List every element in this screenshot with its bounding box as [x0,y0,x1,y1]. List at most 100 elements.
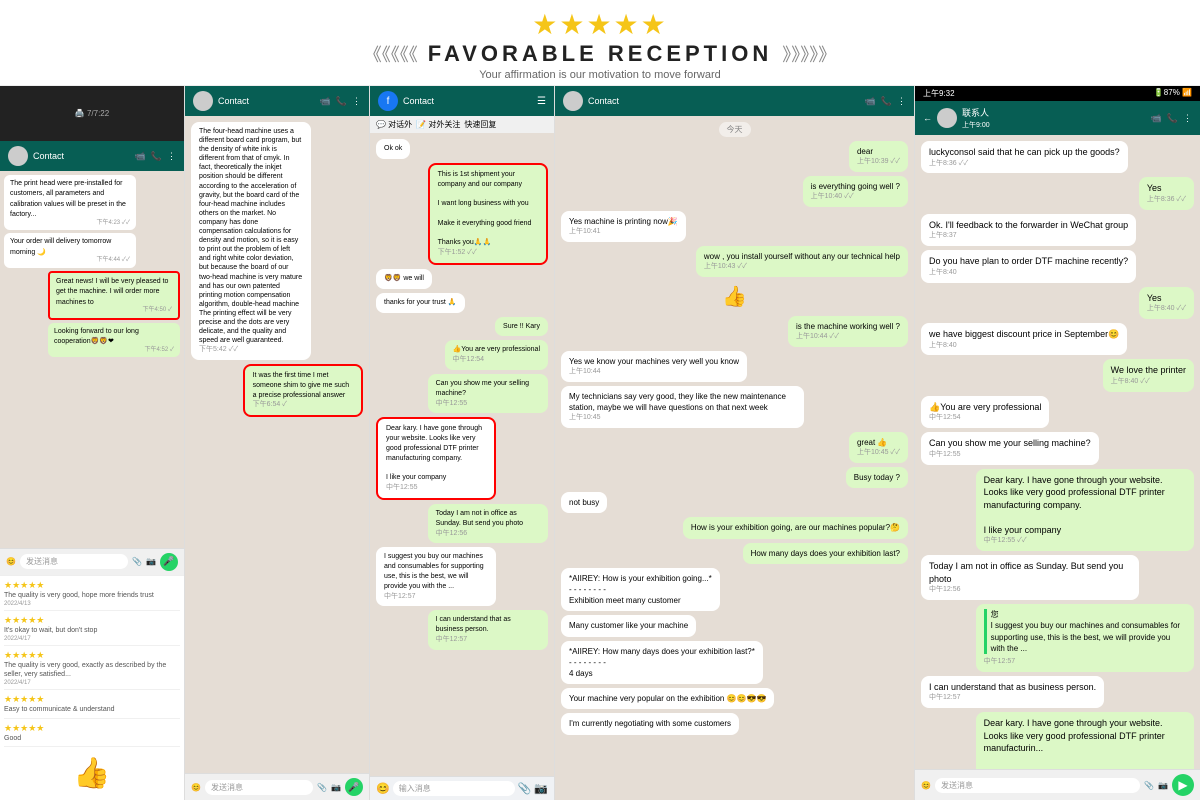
msg-text: *AIIREY: How is your exhibition going...… [569,573,712,607]
msg-bubble: 👍You are very professional 中午12:54 [921,396,1049,428]
back-icon[interactable]: ← [923,113,932,123]
page-title: FAVORABLE RECEPTION [428,41,773,67]
avatar: f [378,91,398,111]
review-text: Easy to communicate & understand [4,706,180,714]
fifth-chat-header: ← 联系人上午9:00 📹 📞 ⋮ [915,101,1200,135]
call-icon[interactable]: 📞 [881,96,892,107]
call-icon[interactable]: 📞 [1167,113,1178,124]
msg-bubble: Yes machine is printing now🎉 上午10:41 [561,211,686,242]
video-icon[interactable]: 📹 [135,151,146,162]
msg-bubble: wow , you install yourself without any o… [696,246,908,277]
send-icon[interactable]: ▶ [1172,774,1194,796]
photo-label: 🖨️ 7/7:22 [75,109,109,118]
contact-name: 联系人上午9:00 [962,106,1146,130]
review-stars: ★★★★★ [4,723,180,734]
msg-bubble: is everything going well ? 上午10:40 ✓✓ [803,176,908,207]
msg-bubble: we have biggest discount price in Septem… [921,323,1127,355]
msg-time: 上午10:45 ✓✓ [857,448,900,458]
msg-time: 上午8:40 ✓✓ [1147,304,1186,314]
msg-text: luckyconsol said that he can pick up the… [929,146,1120,159]
msg-text: Ok. I'll feedback to the forwarder in We… [929,219,1128,232]
video-icon[interactable]: 📹 [865,96,876,107]
review-stars: ★★★★★ [4,650,180,661]
msg-text: Great news! I will be very pleased to ge… [56,278,168,306]
avatar [8,146,28,166]
tab-chat[interactable]: 💬 对话外 [376,119,412,130]
camera-icon[interactable]: 📷 [534,782,548,795]
main-content: 🖨️ 7/7:22 Contact 📹 📞 ⋮ The print head w… [0,86,1200,800]
time: 上午9:32 [923,88,955,99]
emoji-icon[interactable]: 😊 [191,783,201,792]
left-chat-input-bar: 😊 发送消息 📎 📷 🎤 [0,548,184,575]
camera-icon[interactable]: 📷 [1158,781,1168,790]
msg-time: 下午4:52 ✓ [54,347,174,355]
call-icon[interactable]: 📞 [336,96,347,107]
msg-time: 上午10:41 [569,227,678,237]
message-input[interactable]: 发送消息 [205,780,313,795]
review-item: ★★★★★ The quality is very good, exactly … [4,650,180,690]
chat-tabs: 💬 对话外 📝 对外关注 快速回复 [370,116,554,133]
date-divider: 今天 [719,122,751,137]
msg-text: I can understand that as business person… [929,681,1096,694]
review-text: Good [4,735,180,743]
msg-bubble: Dear kary. I have gone through your webs… [976,469,1194,552]
review-item: ★★★★★ The quality is very good, hope mor… [4,580,180,611]
third-chat-messages: Ok ok This is 1st shipment your company … [370,133,554,776]
msg-bubble: thanks for your trust 🙏 [376,293,465,313]
mic-icon[interactable]: 🎤 [160,553,178,571]
msg-bubble: My technicians say very good, they like … [561,386,804,428]
menu-icon[interactable]: ☰ [537,96,546,107]
msg-time: 下午4:23 ✓✓ [10,220,130,228]
msg-time: 上午8:36 ✓✓ [1147,195,1186,205]
video-icon[interactable]: 📹 [1151,113,1162,124]
msg-bubble: Today I am not in office as Sunday. But … [921,555,1139,600]
menu-icon[interactable]: ⋮ [897,96,906,107]
message-input[interactable]: 输入消息 [393,781,515,796]
camera-icon[interactable]: 📷 [146,557,156,566]
message-input[interactable]: 发送消息 [20,554,128,569]
video-icon[interactable]: 📹 [320,96,331,107]
page-subtitle: Your affirmation is our motivation to mo… [0,69,1200,81]
msg-bubble: great 👍 上午10:45 ✓✓ [849,432,908,463]
menu-icon[interactable]: ⋮ [167,151,176,162]
left-chat-header: Contact 📹 📞 ⋮ [0,141,184,171]
attach-icon[interactable]: 📎 [132,557,142,566]
msg-time: 上午8:37 [929,231,1128,241]
left-panel: 🖨️ 7/7:22 Contact 📹 📞 ⋮ The print head w… [0,86,185,800]
msg-time: 中午12:54 [929,413,1041,423]
msg-bubble: Ok. I'll feedback to the forwarder in We… [921,214,1136,246]
fourth-chat-header: Contact 📹 📞 ⋮ [555,86,914,116]
tab-notes[interactable]: 📝 对外关注 [416,119,460,130]
attach-icon[interactable]: 📎 [1144,781,1154,790]
camera-icon[interactable]: 📷 [331,783,341,792]
msg-bubble: I can understand that as business person… [428,610,548,649]
emoji-icon[interactable]: 😊 [376,782,390,795]
contact-name: Contact [33,151,130,161]
msg-bubble: Sure !! Kary [495,317,548,337]
menu-icon[interactable]: ⋮ [1183,113,1192,124]
msg-text: is everything going well ? [811,181,900,192]
msg-text: Yes we know your machines very well you … [569,356,739,367]
emoji-icon[interactable]: 😊 [6,557,16,566]
emoji-icon[interactable]: 😊 [921,781,931,790]
attach-icon[interactable]: 📎 [518,782,532,795]
msg-bubble: I can understand that as business person… [921,676,1104,708]
menu-icon[interactable]: ⋮ [352,96,361,107]
message-input[interactable]: 发送消息 [935,778,1140,793]
call-icon[interactable]: 📞 [151,151,162,162]
review-date: 2022/4/17 [4,680,180,686]
msg-text: This is 1st shipment your company and ou… [438,170,538,248]
attach-icon[interactable]: 📎 [317,783,327,792]
msg-bubble-highlighted: Great news! I will be very pleased to ge… [48,271,180,320]
tab-others[interactable]: 快速回复 [464,119,496,130]
msg-time: 中午12:57 [929,693,1096,703]
contact-name: Contact [588,96,860,106]
msg-text: Dear kary. I have gone through your webs… [984,717,1186,769]
msg-text: How is your exhibition going, are our ma… [691,522,900,533]
msg-time: 中午12:55 [929,450,1091,460]
avatar [193,91,213,111]
review-stars: ★★★★★ [4,694,180,705]
mic-icon[interactable]: 🎤 [345,778,363,796]
review-item: ★★★★★ It's okay to wait, but don't stop … [4,615,180,646]
msg-bubble: is the machine working well ? 上午10:44 ✓✓ [788,316,908,347]
